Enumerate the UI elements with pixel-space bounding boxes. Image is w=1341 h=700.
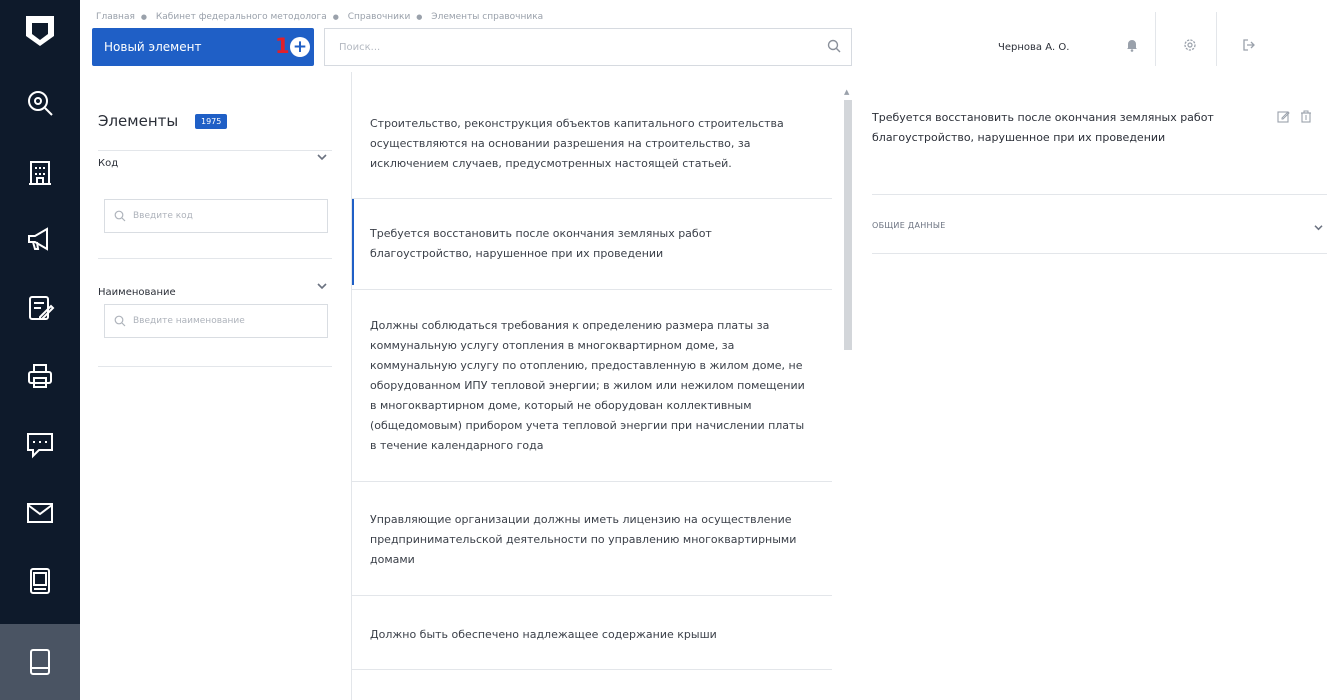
search-input[interactable] — [325, 29, 805, 65]
list-item[interactable]: Управляющие организации должны иметь лиц… — [352, 482, 832, 596]
code-input[interactable] — [105, 200, 305, 232]
app-logo[interactable] — [0, 0, 80, 64]
divider — [1216, 12, 1217, 66]
list-item-text: Должны соблюдаться требования к определе… — [370, 319, 805, 452]
search-icon — [114, 210, 126, 222]
bell-icon[interactable] — [1117, 30, 1147, 60]
plus-circle-icon: + — [290, 37, 310, 57]
breadcrumb-item[interactable]: Справочники — [348, 12, 411, 22]
settings-icon[interactable] — [1175, 30, 1205, 60]
count-badge: 1975 — [195, 114, 228, 129]
divider — [98, 258, 332, 259]
rail-checklist-icon[interactable] — [0, 275, 80, 341]
list-scrollbar[interactable]: ▲ — [844, 78, 852, 700]
detail-title: Требуется восстановить после окончания з… — [872, 111, 1214, 144]
name-filter-label[interactable]: Наименование — [98, 287, 176, 298]
code-filter-box — [104, 199, 328, 233]
list-item-text: Управляющие организации должны иметь лиц… — [370, 513, 797, 566]
rail-mail-icon[interactable] — [0, 480, 80, 546]
edit-icon[interactable] — [1277, 110, 1290, 123]
chevron-down-icon[interactable] — [317, 153, 327, 161]
search-icon — [114, 315, 126, 327]
left-nav-rail — [0, 0, 80, 700]
rail-search-icon[interactable] — [0, 70, 80, 136]
panel-title: Элементы — [98, 112, 179, 130]
list-item[interactable]: Должно быть обеспечено надлежащее содерж… — [352, 596, 832, 670]
top-bar: Главная ● Кабинет федерального методолога… — [80, 0, 1341, 72]
general-data-section-label[interactable]: ОБЩИЕ ДАННЫЕ — [872, 221, 946, 230]
divider — [98, 366, 332, 367]
detail-panel: Требуется восстановить после окончания з… — [852, 72, 1341, 700]
elements-list: Строительство, реконструкция объектов ка… — [352, 72, 852, 700]
divider — [1155, 12, 1156, 66]
scroll-thumb[interactable] — [844, 100, 852, 350]
scroll-up-arrow-icon[interactable]: ▲ — [844, 88, 849, 96]
logout-icon[interactable] — [1234, 30, 1264, 60]
rail-printer-icon[interactable] — [0, 343, 80, 409]
new-element-label: Новый элемент — [104, 40, 202, 54]
list-item-text: Требуется восстановить после окончания з… — [370, 227, 712, 260]
divider — [872, 194, 1327, 195]
list-item[interactable]: Должны соблюдаться требования к определе… — [352, 290, 832, 482]
search-box — [324, 28, 852, 66]
divider — [98, 150, 332, 151]
code-filter-label[interactable]: Код — [98, 158, 118, 169]
rail-building-icon[interactable] — [0, 140, 80, 206]
rail-megaphone-icon[interactable] — [0, 206, 80, 272]
divider — [872, 253, 1327, 254]
rail-book-icon[interactable] — [0, 624, 80, 700]
list-item-selected[interactable]: Требуется восстановить после окончания з… — [352, 199, 832, 290]
breadcrumb-item: Элементы справочника — [431, 12, 544, 22]
list-item-text: Должно быть обеспечено надлежащее содерж… — [370, 628, 717, 641]
rail-chat-icon[interactable] — [0, 412, 80, 478]
new-element-button[interactable]: Новый элемент 1 + — [92, 28, 314, 66]
chevron-down-icon[interactable] — [317, 282, 327, 290]
name-input[interactable] — [105, 305, 305, 337]
filter-panel: Элементы 1975 Код Наименование — [80, 72, 352, 700]
step-marker: 1 — [275, 34, 290, 58]
shield-logo-icon — [26, 16, 54, 46]
name-filter-box — [104, 304, 328, 338]
list-item[interactable]: Строительство, реконструкция объектов ка… — [352, 72, 832, 199]
user-name[interactable]: Чернова А. О. — [998, 42, 1069, 53]
rail-book-stack-icon[interactable] — [0, 548, 80, 614]
breadcrumb-item[interactable]: Кабинет федерального методолога — [156, 12, 327, 22]
search-icon[interactable] — [827, 39, 841, 53]
breadcrumb-item[interactable]: Главная — [96, 12, 135, 22]
list-item-text: Строительство, реконструкция объектов ка… — [370, 117, 784, 170]
chevron-down-icon[interactable] — [1314, 224, 1323, 231]
breadcrumb: Главная ● Кабинет федерального методолога… — [96, 12, 544, 22]
trash-icon[interactable] — [1300, 110, 1312, 123]
